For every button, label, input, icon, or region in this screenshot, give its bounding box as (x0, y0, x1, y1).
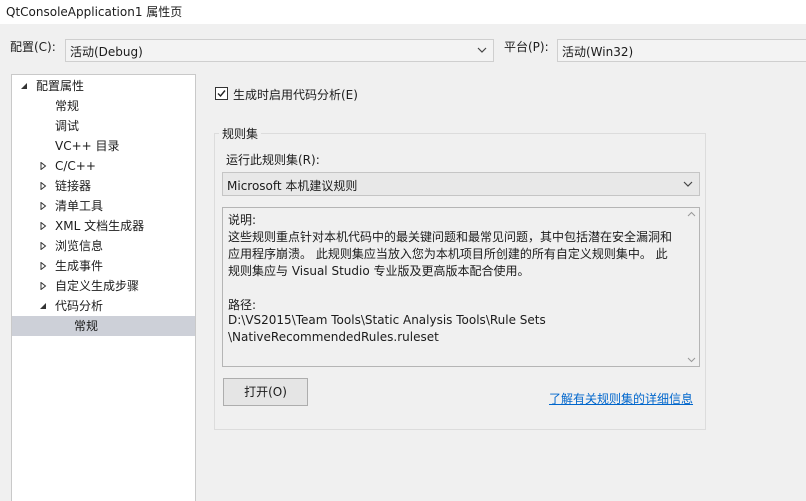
configuration-value: 活动(Debug) (70, 45, 143, 59)
description-line: 应用程序崩溃。 此规则集应当放入您为本机项目所创建的所有自定义规则集中。 此 (228, 247, 668, 261)
tree-node-label: 常规 (55, 99, 80, 113)
tree-node-label: 自定义生成步骤 (55, 279, 140, 293)
tree-node-c-cpp[interactable]: C/C++ (12, 156, 195, 176)
description-heading: 说明: (228, 213, 257, 227)
tree-node-xml-doc-generator[interactable]: XML 文档生成器 (12, 216, 195, 236)
tree-node-linker[interactable]: 链接器 (12, 176, 195, 196)
tree-node-label: C/C++ (55, 159, 96, 173)
path-line: \NativeRecommendedRules.ruleset (228, 330, 439, 344)
tree-node-label: 代码分析 (55, 299, 104, 313)
configuration-bar: 配置(C): 活动(Debug) 平台(P): 活动(Win32) (0, 24, 806, 71)
tree-node-label: 调试 (55, 119, 80, 133)
platform-dropdown[interactable]: 活动(Win32) (557, 39, 806, 62)
tree-node-custom-build-step[interactable]: 自定义生成步骤 (12, 276, 195, 296)
tree-node-label: 清单工具 (55, 199, 104, 213)
chevron-down-icon (477, 47, 487, 53)
enable-code-analysis-checkbox[interactable] (215, 87, 228, 100)
triangle-collapsed-icon[interactable] (39, 202, 47, 210)
triangle-expanded-icon[interactable] (39, 302, 47, 310)
tree-node-code-analysis-general[interactable]: 常规 (12, 316, 195, 336)
tree-node-general[interactable]: 常规 (12, 96, 195, 116)
triangle-collapsed-icon[interactable] (39, 162, 47, 170)
description-scrollbar[interactable] (684, 208, 699, 366)
triangle-expanded-icon[interactable] (20, 82, 28, 90)
description-line: 规则集应与 Visual Studio 专业版及更高版本配合使用。 (228, 264, 530, 278)
rule-set-dropdown[interactable]: Microsoft 本机建议规则 (222, 172, 700, 196)
triangle-collapsed-icon[interactable] (39, 282, 47, 290)
platform-label: 平台(P): (504, 40, 549, 54)
tree-node-label: XML 文档生成器 (55, 219, 145, 233)
description-line: 这些规则重点针对本机代码中的最关键问题和最常见问题，其中包括潜在安全漏洞和 (228, 230, 673, 244)
run-rule-set-label: 运行此规则集(R): (226, 153, 320, 167)
open-button[interactable]: 打开(O) (223, 378, 308, 406)
tree-node-browse-info[interactable]: 浏览信息 (12, 236, 195, 256)
rule-set-value: Microsoft 本机建议规则 (227, 179, 358, 193)
platform-value: 活动(Win32) (562, 45, 634, 59)
tree-node-build-events[interactable]: 生成事件 (12, 256, 195, 276)
tree-node-vc-directories[interactable]: VC++ 目录 (12, 136, 195, 156)
configuration-dropdown[interactable]: 活动(Debug) (65, 39, 494, 62)
triangle-collapsed-icon[interactable] (39, 222, 47, 230)
chevron-up-icon[interactable] (687, 211, 696, 217)
tree-node-debugging[interactable]: 调试 (12, 116, 195, 136)
tree-node-label: 链接器 (55, 179, 92, 193)
tree-node-label: 常规 (74, 319, 99, 333)
tree-node-label: 生成事件 (55, 259, 104, 273)
window-title: QtConsoleApplication1 属性页 (6, 5, 183, 19)
tree-node-manifest-tool[interactable]: 清单工具 (12, 196, 195, 216)
learn-more-link[interactable]: 了解有关规则集的详细信息 (549, 390, 693, 407)
rule-set-group-title: 规则集 (219, 125, 262, 142)
configuration-label: 配置(C): (10, 40, 56, 54)
tree-node-label: 浏览信息 (55, 239, 104, 253)
triangle-collapsed-icon[interactable] (39, 262, 47, 270)
chevron-down-icon[interactable] (687, 357, 696, 363)
property-tree: 配置属性 常规 调试 VC++ 目录 C/C++ 链接器 清单工具 XML 文档… (11, 74, 196, 501)
path-heading: 路径: (228, 298, 257, 312)
checkmark-icon (217, 90, 226, 98)
tree-node-code-analysis[interactable]: 代码分析 (12, 296, 195, 316)
tree-node-label: VC++ 目录 (55, 139, 120, 153)
triangle-collapsed-icon[interactable] (39, 242, 47, 250)
rule-set-description: 说明: 这些规则重点针对本机代码中的最关键问题和最常见问题，其中包括潜在安全漏洞… (222, 207, 700, 367)
enable-code-analysis-label[interactable]: 生成时启用代码分析(E) (233, 86, 358, 103)
tree-node-configuration-properties[interactable]: 配置属性 (12, 76, 195, 96)
path-line: D:\VS2015\Team Tools\Static Analysis Too… (228, 313, 546, 327)
title-bar: QtConsoleApplication1 属性页 (0, 0, 806, 24)
chevron-down-icon (683, 181, 693, 187)
tree-node-label: 配置属性 (36, 79, 85, 93)
triangle-collapsed-icon[interactable] (39, 182, 47, 190)
